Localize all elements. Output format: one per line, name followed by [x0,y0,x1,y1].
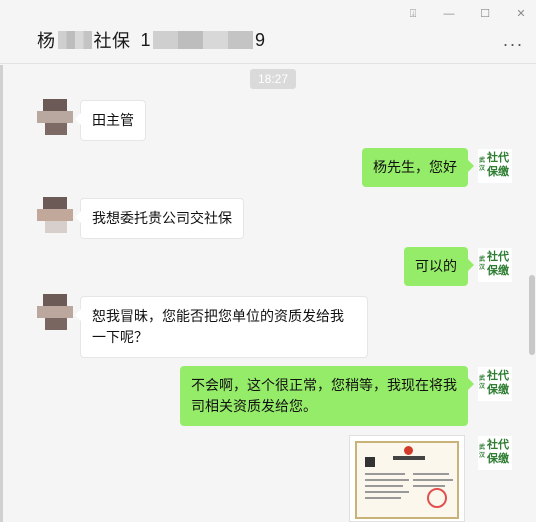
license-text-line [365,473,405,475]
license-text-line [365,485,403,487]
incoming-message[interactable]: 我想委托贵公司交社保 [75,198,244,239]
outgoing-message[interactable]: 不会啊，这个很正常，您稍等，我现在将我司相关资质发给您。 [180,366,474,426]
license-title [393,456,425,460]
national-emblem-icon [404,446,413,455]
license-document [355,441,459,519]
contact-avatar[interactable] [37,294,73,330]
avatar-logo-small: 武汉 [479,445,486,459]
license-text-line [365,497,401,499]
title-phone-start: 1 [140,29,152,50]
chat-scrollbar[interactable] [529,275,535,355]
incoming-message[interactable]: 田主管 [75,100,146,141]
minimize-button[interactable]: — [442,6,456,22]
license-text-line [365,491,409,493]
outgoing-message[interactable]: 可以的 [404,247,474,286]
license-text-line [413,479,453,481]
avatar-logo-text: 社代 保缴 [487,251,509,277]
chat-title: 杨 社保 1 9 [37,27,266,53]
title-company-part: 社保 [93,31,131,51]
avatar-logo-small: 武汉 [479,376,486,390]
chat-messages-area[interactable]: 18:27 田主管 杨先生，您好 武汉 社代 保缴 我想委托贵公司交社保 可以的 … [0,65,536,522]
incoming-message[interactable]: 恕我冒昧，您能否把您单位的资质发给我一下呢？ [75,296,368,358]
avatar-logo-small: 武汉 [479,158,486,172]
pin-icon[interactable]: ⍗ [406,6,420,22]
close-button[interactable]: ✕ [514,6,528,22]
self-avatar[interactable]: 武汉 社代 保缴 [478,149,512,183]
self-avatar[interactable]: 武汉 社代 保缴 [478,367,512,401]
self-avatar[interactable]: 武汉 社代 保缴 [478,436,512,470]
qr-code-icon [365,457,375,467]
title-name-part: 杨 [37,31,56,51]
panel-edge [0,65,3,522]
redacted-mosaic [57,31,92,49]
self-avatar[interactable]: 武汉 社代 保缴 [478,248,512,282]
avatar-logo-small: 武汉 [479,257,486,271]
maximize-button[interactable]: ☐ [478,6,492,22]
avatar-logo-text: 社代 保缴 [487,370,509,396]
license-text-line [413,485,445,487]
title-phone-end: 9 [255,29,266,50]
business-license-image-message[interactable] [349,435,465,522]
contact-avatar[interactable] [37,99,73,135]
redacted-mosaic [153,31,254,49]
more-options-button[interactable]: ... [503,30,524,51]
license-text-line [365,479,409,481]
license-text-line [413,473,449,475]
contact-avatar[interactable] [37,197,73,233]
official-seal-icon [427,488,447,508]
message-timestamp: 18:27 [250,69,296,89]
avatar-logo-text: 社代 保缴 [487,439,509,465]
window-controls: ⍗ — ☐ ✕ [406,6,528,22]
outgoing-message[interactable]: 杨先生，您好 [362,148,474,187]
avatar-logo-text: 社代 保缴 [487,152,509,178]
